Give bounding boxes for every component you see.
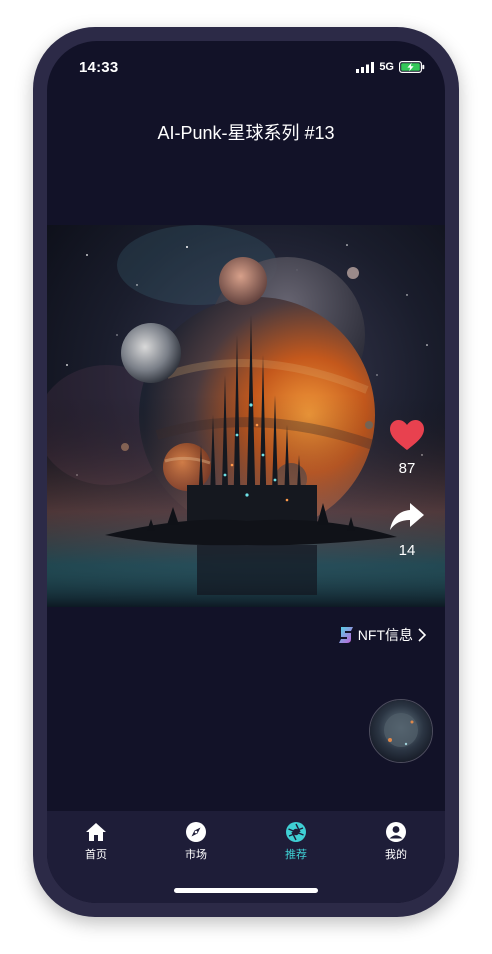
share-count: 14 bbox=[398, 542, 416, 559]
tab-recommend-label: 推荐 bbox=[285, 849, 307, 861]
aperture-icon bbox=[286, 822, 306, 842]
like-count: 87 bbox=[398, 460, 416, 477]
phone-frame: 14:33 5G AI-Punk-星球系列 #13 87 14 NFT信息 首页… bbox=[33, 27, 459, 917]
creator-avatar[interactable] bbox=[369, 699, 433, 763]
share-icon bbox=[390, 503, 424, 530]
battery-icon bbox=[399, 61, 425, 73]
like-button[interactable]: 87 bbox=[387, 419, 427, 477]
nft-info-label: NFT信息 bbox=[357, 627, 413, 643]
tab-recommend[interactable]: 推荐 bbox=[256, 821, 336, 862]
chevron-right-icon bbox=[418, 628, 427, 642]
tab-market[interactable]: 市场 bbox=[156, 821, 236, 862]
signal-icon bbox=[356, 61, 375, 73]
home-indicator[interactable] bbox=[174, 888, 318, 893]
user-icon bbox=[386, 822, 406, 842]
home-icon bbox=[86, 823, 106, 841]
screen: 14:33 5G AI-Punk-星球系列 #13 87 14 NFT信息 首页… bbox=[47, 41, 445, 903]
status-indicators: 5G bbox=[356, 61, 425, 73]
tab-market-label: 市场 bbox=[185, 849, 207, 861]
tab-home[interactable]: 首页 bbox=[56, 821, 136, 862]
network-label: 5G bbox=[379, 61, 394, 73]
tab-mine[interactable]: 我的 bbox=[356, 821, 436, 862]
status-time: 14:33 bbox=[79, 59, 119, 76]
heart-icon bbox=[390, 420, 424, 450]
nft-artwork[interactable] bbox=[47, 225, 445, 607]
share-button[interactable]: 14 bbox=[387, 501, 427, 559]
nft-info-link[interactable]: NFT信息 bbox=[338, 625, 427, 645]
compass-icon bbox=[186, 822, 206, 842]
s-logo-icon bbox=[338, 627, 353, 643]
tab-mine-label: 我的 bbox=[385, 849, 407, 861]
status-bar: 14:33 5G bbox=[47, 41, 445, 93]
tab-home-label: 首页 bbox=[85, 849, 107, 861]
page-title: AI-Punk-星球系列 #13 bbox=[157, 123, 335, 143]
